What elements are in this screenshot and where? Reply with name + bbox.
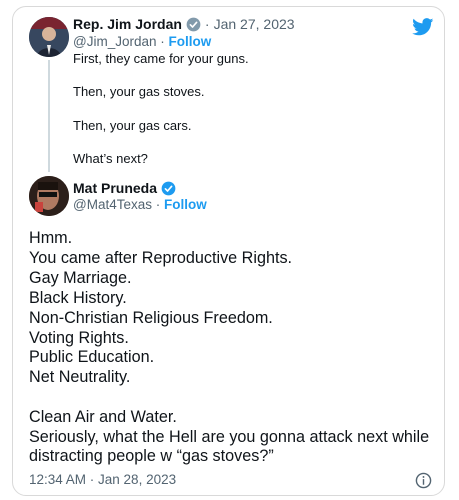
main-handle-row: @Mat4Texas · Follow (73, 197, 207, 212)
tweet-text-line: Clean Air and Water. (29, 408, 177, 426)
thread-connector-line (48, 60, 50, 172)
info-icon[interactable] (415, 472, 432, 489)
author-name[interactable]: Rep. Jim Jordan (73, 16, 182, 32)
verified-badge-icon (161, 181, 176, 195)
quoted-author-row: Rep. Jim Jordan · Jan 27, 2023 (73, 16, 295, 32)
quoted-handle-row: @Jim_Jordan · Follow (73, 34, 211, 49)
verified-badge-icon (186, 17, 201, 31)
follow-button[interactable]: Follow (164, 197, 207, 212)
main-author-row: Mat Pruneda (73, 180, 176, 196)
tweet-timestamp[interactable]: 12:34 AM · Jan 28, 2023 (29, 472, 176, 487)
tweet-date[interactable]: Jan 27, 2023 (214, 16, 295, 32)
avatar-mat-pruneda[interactable] (29, 176, 69, 216)
avatar-image (29, 17, 69, 57)
tweet-text-line: Black History. (29, 289, 127, 307)
tweet-text-line: Seriously, what the Hell are you gonna a… (29, 428, 430, 446)
tweet-text-line: Public Education. (29, 348, 155, 366)
handle-separator: · (155, 197, 164, 212)
tweet-text-line: distracting people w “gas stoves?” (29, 447, 274, 465)
tweet-text-line: Net Neutrality. (29, 368, 131, 386)
tweet-text-line: Voting Rights. (29, 329, 129, 347)
tweet-text-line: Non-Christian Religious Freedom. (29, 309, 273, 327)
tweet-text-line: You came after Reproductive Rights. (29, 249, 293, 267)
tweet-text-line: What’s next? (73, 151, 148, 166)
tweet-text-line: Hmm. (29, 229, 73, 247)
tweet-text-line: Then, your gas stoves. (73, 84, 205, 99)
follow-button[interactable]: Follow (169, 34, 212, 49)
tweet-text-line: Then, your gas cars. (73, 118, 192, 133)
tweet-text-line: Gay Marriage. (29, 269, 132, 287)
author-handle[interactable]: @Mat4Texas (73, 197, 152, 212)
author-name[interactable]: Mat Pruneda (73, 180, 157, 196)
author-handle[interactable]: @Jim_Jordan (73, 34, 157, 49)
tweet-date-separator: · (204, 16, 210, 32)
avatar-jim-jordan[interactable] (29, 17, 69, 57)
tweet-text-line: First, they came for your guns. (73, 51, 249, 66)
avatar-image (29, 176, 69, 216)
twitter-bird-icon[interactable] (412, 18, 434, 36)
handle-separator: · (160, 34, 169, 49)
